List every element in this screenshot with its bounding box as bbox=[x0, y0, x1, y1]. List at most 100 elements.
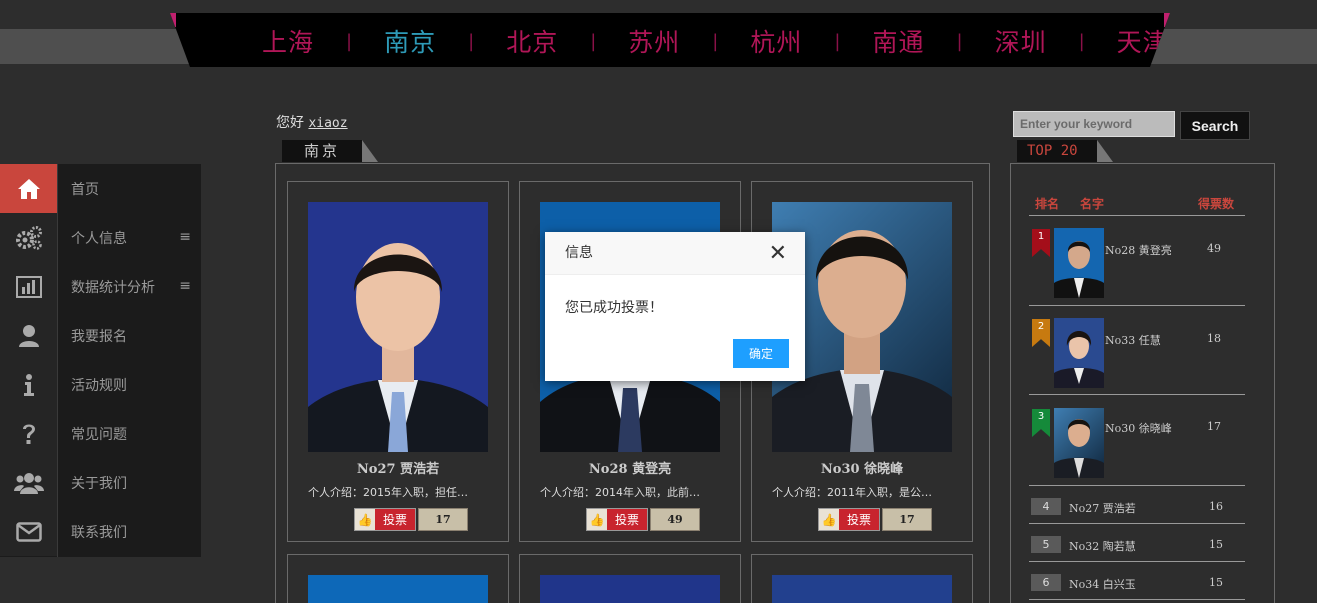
bar-chart-icon bbox=[0, 262, 57, 311]
nav-separator: | bbox=[1078, 30, 1085, 52]
rank-number: 5 bbox=[1031, 536, 1061, 553]
close-icon[interactable]: ✕ bbox=[769, 232, 787, 275]
rank-number: 6 bbox=[1031, 574, 1061, 591]
candidate-name: No30 徐晓峰 bbox=[820, 462, 904, 477]
section-tab: 南京 bbox=[282, 140, 378, 162]
ranking-row[interactable]: 5 No32 陶若慧 15 bbox=[1029, 535, 1245, 562]
ranking-name: No33 任慧 bbox=[1105, 334, 1161, 347]
sidebar-item-label: 首页 bbox=[71, 181, 99, 198]
sidebar-item-profile[interactable]: 个人信息 ≡ bbox=[0, 213, 201, 262]
vote-label: 投票 bbox=[847, 513, 872, 527]
sidebar-item-home[interactable]: 首页 bbox=[0, 164, 201, 213]
ranking-row[interactable]: 1 No28 黄登亮 49 bbox=[1029, 227, 1245, 306]
vote-count: 17 bbox=[882, 508, 932, 531]
city-link-nanjing[interactable]: 南京 bbox=[384, 23, 436, 59]
thumbs-up-icon: 👍 bbox=[819, 509, 839, 530]
sidebar: 首页 个人信息 ≡ 数据统计分析 ≡ 我要报名 活动规则 常见问题 关于我们 联… bbox=[0, 164, 201, 557]
ranking-name: No30 徐晓峰 bbox=[1105, 422, 1172, 435]
sidebar-item-label: 联系我们 bbox=[71, 524, 127, 541]
nav-separator: | bbox=[468, 30, 475, 52]
city-link-hangzhou[interactable]: 杭州 bbox=[750, 23, 802, 59]
candidate-photo bbox=[540, 575, 720, 603]
nav-separator: | bbox=[590, 30, 597, 52]
candidate-photo bbox=[308, 202, 488, 452]
candidate-card bbox=[751, 554, 973, 603]
search-input[interactable] bbox=[1013, 111, 1175, 137]
tab-notch bbox=[362, 140, 378, 162]
vote-control: 👍 投票 17 bbox=[818, 508, 932, 531]
ranking-score: 49 bbox=[1207, 242, 1221, 255]
sidebar-item-contact[interactable]: 联系我们 bbox=[0, 507, 201, 556]
rank-header: 排名 bbox=[1035, 197, 1060, 211]
candidate-card: No27 贾浩若 个人介绍：2015年入职，担任… 👍 投票 17 bbox=[287, 181, 509, 542]
ranking-score: 17 bbox=[1207, 420, 1221, 433]
rank-ribbon: 2 bbox=[1032, 319, 1050, 347]
username-link[interactable]: xiaoz bbox=[308, 116, 347, 131]
candidate-photo bbox=[308, 575, 488, 603]
ranking-thumbnail bbox=[1054, 228, 1104, 298]
sidebar-item-faq[interactable]: 常见问题 bbox=[0, 409, 201, 458]
sidebar-item-label: 关于我们 bbox=[71, 475, 127, 492]
city-link-suzhou[interactable]: 苏州 bbox=[628, 23, 680, 59]
vote-label: 投票 bbox=[615, 513, 640, 527]
menu-icon[interactable]: ≡ bbox=[179, 278, 191, 294]
nav-edge-left bbox=[170, 13, 176, 27]
question-icon bbox=[0, 409, 57, 458]
rank-ribbon: 1 bbox=[1032, 229, 1050, 257]
candidate-intro: 个人介绍：2011年入职，是公… bbox=[772, 486, 932, 499]
users-icon bbox=[0, 458, 57, 507]
top-tab: TOP 20 bbox=[1017, 140, 1113, 162]
ranking-panel: 排名 名字 得票数 1 No28 黄登亮 49 2 No33 任慧 18 3 N… bbox=[1010, 163, 1275, 603]
candidate-card bbox=[287, 554, 509, 603]
vote-button[interactable]: 👍 投票 bbox=[586, 508, 648, 531]
rank-number: 4 bbox=[1031, 498, 1061, 515]
candidate-name: No27 贾浩若 bbox=[356, 462, 440, 477]
sidebar-item-statistics[interactable]: 数据统计分析 ≡ bbox=[0, 262, 201, 311]
ranking-header: 排名 名字 得票数 bbox=[1029, 194, 1245, 216]
vote-button[interactable]: 👍 投票 bbox=[354, 508, 416, 531]
menu-icon[interactable]: ≡ bbox=[179, 229, 191, 245]
ranking-name: No28 黄登亮 bbox=[1105, 244, 1172, 257]
confirm-button[interactable]: 确定 bbox=[733, 339, 789, 368]
ranking-name: No27 贾浩若 bbox=[1069, 502, 1136, 515]
sidebar-item-label: 我要报名 bbox=[71, 328, 127, 345]
thumbs-up-icon: 👍 bbox=[355, 509, 375, 530]
city-link-beijing[interactable]: 北京 bbox=[506, 23, 558, 59]
vote-button[interactable]: 👍 投票 bbox=[818, 508, 880, 531]
sidebar-item-rules[interactable]: 活动规则 bbox=[0, 360, 201, 409]
dialog-title: 信息 bbox=[565, 245, 593, 261]
candidate-panel: No27 贾浩若 个人介绍：2015年入职，担任… 👍 投票 17 No28 黄… bbox=[275, 163, 990, 603]
greeting-prefix: 您好 bbox=[276, 115, 304, 131]
city-link-shenzhen[interactable]: 深圳 bbox=[995, 23, 1047, 59]
ranking-thumbnail bbox=[1054, 408, 1104, 478]
ranking-row[interactable]: 2 No33 任慧 18 bbox=[1029, 317, 1245, 395]
home-icon bbox=[0, 164, 57, 213]
vote-count: 17 bbox=[418, 508, 468, 531]
sidebar-item-signup[interactable]: 我要报名 bbox=[0, 311, 201, 360]
search-button[interactable]: Search bbox=[1180, 111, 1250, 140]
candidate-photo bbox=[772, 575, 952, 603]
section-title: 南京 bbox=[303, 142, 340, 160]
city-list: 上海 | 南京 | 北京 | 苏州 | 杭州 | 南通 | 深圳 | 天津 bbox=[262, 23, 1169, 59]
vote-label: 投票 bbox=[383, 513, 408, 527]
candidate-intro: 个人介绍：2015年入职，担任… bbox=[308, 486, 468, 499]
ranking-row[interactable]: 4 No27 贾浩若 16 bbox=[1029, 497, 1245, 524]
city-link-shanghai[interactable]: 上海 bbox=[262, 23, 314, 59]
ranking-name: No32 陶若慧 bbox=[1069, 540, 1136, 553]
sidebar-item-about[interactable]: 关于我们 bbox=[0, 458, 201, 507]
dialog-message: 您已成功投票！ bbox=[565, 300, 663, 316]
city-nav: 上海 | 南京 | 北京 | 苏州 | 杭州 | 南通 | 深圳 | 天津 bbox=[170, 13, 1170, 67]
ranking-row[interactable]: 3 No30 徐晓峰 17 bbox=[1029, 407, 1245, 486]
ranking-score: 16 bbox=[1209, 500, 1223, 513]
ranking-score: 18 bbox=[1207, 332, 1221, 345]
ranking-row[interactable]: 6 No34 白兴玉 15 bbox=[1029, 573, 1245, 600]
sidebar-item-label: 常见问题 bbox=[71, 426, 127, 443]
vote-count: 49 bbox=[650, 508, 700, 531]
greeting: 您好 xiaoz bbox=[276, 112, 348, 132]
vote-control: 👍 投票 17 bbox=[354, 508, 468, 531]
ranking-score: 15 bbox=[1209, 538, 1223, 551]
score-header: 得票数 bbox=[1198, 197, 1235, 211]
candidate-intro: 个人介绍：2014年入职，此前… bbox=[540, 486, 700, 499]
city-link-nantong[interactable]: 南通 bbox=[872, 23, 924, 59]
nav-separator: | bbox=[834, 30, 841, 52]
